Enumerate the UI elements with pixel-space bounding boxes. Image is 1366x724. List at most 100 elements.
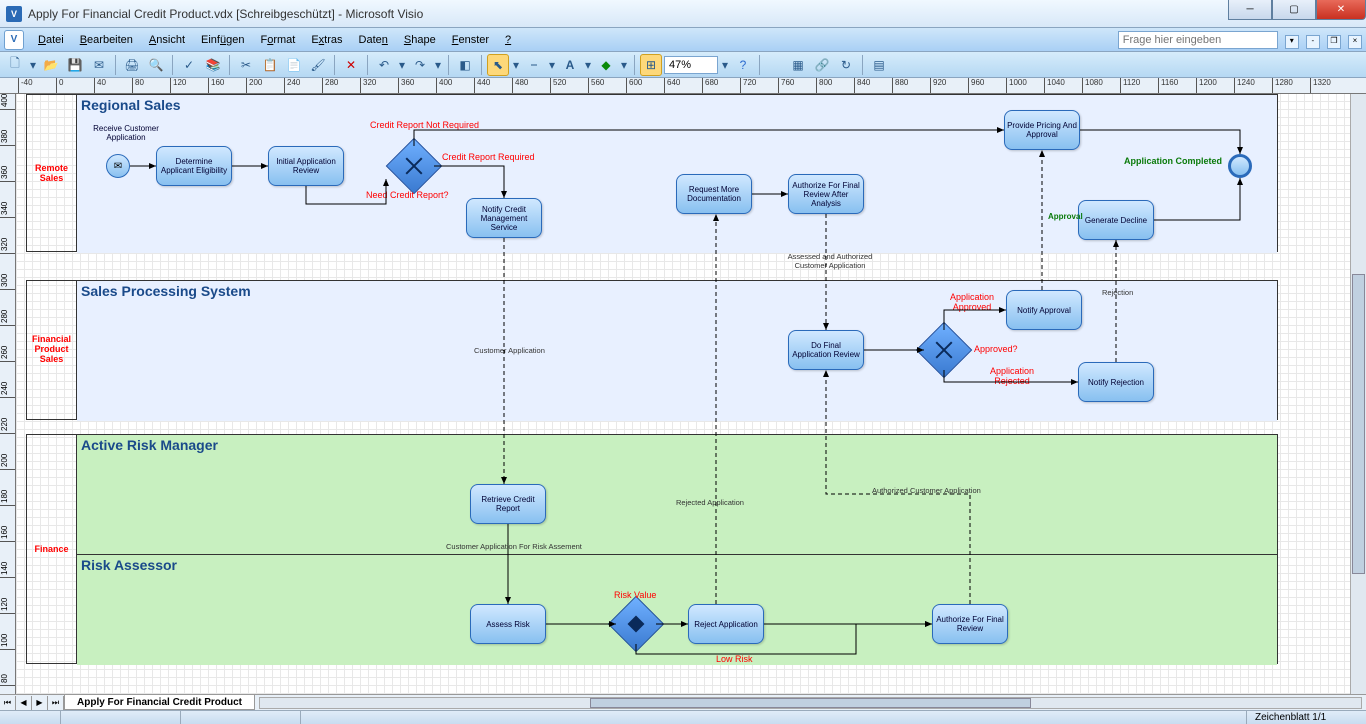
print-button[interactable]: 🖨 bbox=[121, 54, 143, 76]
save-button[interactable]: 💾 bbox=[64, 54, 86, 76]
help-button[interactable]: ? bbox=[732, 54, 754, 76]
task-authorize-final-review[interactable]: Authorize For Final Review After Analysi… bbox=[788, 174, 864, 214]
menu-extras[interactable]: Extras bbox=[303, 31, 350, 49]
sheet-tab-bar: ⏮ ◀ ▶ ⏭ Apply For Financial Credit Produ… bbox=[0, 694, 1366, 710]
task-determine-eligibility[interactable]: Determine Applicant Eligibility bbox=[156, 146, 232, 186]
task-notify-credit-service[interactable]: Notify Credit Management Service bbox=[466, 198, 542, 238]
pool-header: Remote Sales bbox=[27, 95, 77, 251]
task-assess-risk[interactable]: Assess Risk bbox=[470, 604, 546, 644]
task-reject-application[interactable]: Reject Application bbox=[688, 604, 764, 644]
task-generate-decline[interactable]: Generate Decline bbox=[1078, 200, 1154, 240]
menu-shape[interactable]: Shape bbox=[396, 31, 444, 49]
pool-header: Finance bbox=[27, 435, 77, 663]
gateway-label: Need Credit Report? bbox=[366, 190, 449, 200]
menu-einfuegen[interactable]: Einfügen bbox=[193, 31, 252, 49]
dropdown-icon[interactable]: ▾ bbox=[547, 54, 557, 76]
menu-ansicht[interactable]: Ansicht bbox=[141, 31, 193, 49]
drawing-canvas[interactable]: Remote Sales Regional Sales Financial Pr… bbox=[16, 94, 1350, 694]
task-notify-approval[interactable]: Notify Approval bbox=[1006, 290, 1082, 330]
cut-button[interactable]: ✂ bbox=[235, 54, 257, 76]
doc-close-button[interactable]: × bbox=[1348, 35, 1362, 49]
doc-restore-button[interactable]: ❐ bbox=[1327, 35, 1341, 49]
lane-title: Risk Assessor bbox=[81, 557, 177, 573]
dropdown-icon[interactable]: ▾ bbox=[720, 54, 730, 76]
gateway-label: Risk Value bbox=[614, 590, 656, 600]
tab-nav-prev[interactable]: ◀ bbox=[16, 696, 32, 710]
status-cell bbox=[180, 711, 300, 724]
fill-button[interactable]: ◆ bbox=[595, 54, 617, 76]
connector-tool-button[interactable]: ⎯ bbox=[523, 54, 545, 76]
print-preview-button[interactable]: 🔍 bbox=[145, 54, 167, 76]
dropdown-icon[interactable]: ▾ bbox=[433, 54, 443, 76]
menu-fenster[interactable]: Fenster bbox=[444, 31, 497, 49]
copy-button[interactable]: 📋 bbox=[259, 54, 281, 76]
menu-daten[interactable]: Daten bbox=[351, 31, 396, 49]
doc-minimize-button[interactable]: - bbox=[1306, 35, 1320, 49]
gateway-need-credit-report[interactable] bbox=[394, 146, 434, 186]
new-button[interactable]: 🗋 bbox=[4, 54, 26, 76]
dropdown-icon[interactable]: ▾ bbox=[583, 54, 593, 76]
task-request-more-docs[interactable]: Request More Documentation bbox=[676, 174, 752, 214]
msg-label: Customer Application bbox=[474, 346, 545, 355]
snap-button[interactable]: ⊞ bbox=[640, 54, 662, 76]
sheet-tab[interactable]: Apply For Financial Credit Product bbox=[64, 695, 255, 710]
dropdown-icon[interactable]: ▾ bbox=[397, 54, 407, 76]
task-initial-review[interactable]: Initial Application Review bbox=[268, 146, 344, 186]
dropdown-icon[interactable]: ▾ bbox=[619, 54, 629, 76]
tab-nav-first[interactable]: ⏮ bbox=[0, 696, 16, 710]
lane-risk-assessor[interactable]: Risk Assessor bbox=[77, 555, 1277, 665]
tab-nav-next[interactable]: ▶ bbox=[32, 696, 48, 710]
lane-active-risk[interactable]: Active Risk Manager bbox=[77, 435, 1277, 555]
gateway-approved[interactable] bbox=[924, 330, 964, 370]
status-page: Zeichenblatt 1/1 bbox=[1246, 711, 1366, 724]
insert-button[interactable]: ▤ bbox=[868, 54, 890, 76]
zoom-combo[interactable]: 47% bbox=[664, 56, 718, 74]
link-button[interactable]: 🔗 bbox=[811, 54, 833, 76]
text-tool-button[interactable]: A bbox=[559, 54, 581, 76]
status-cell bbox=[300, 711, 1246, 724]
scrollbar-thumb[interactable] bbox=[1352, 274, 1365, 574]
maximize-button[interactable]: ▢ bbox=[1272, 0, 1316, 20]
task-notify-rejection[interactable]: Notify Rejection bbox=[1078, 362, 1154, 402]
visio-icon[interactable]: V bbox=[4, 30, 24, 50]
start-event[interactable]: ✉ bbox=[106, 154, 130, 178]
msg-label: Customer Application For Risk Assement bbox=[446, 542, 582, 551]
redo-button[interactable]: ↷ bbox=[409, 54, 431, 76]
shapes-button[interactable]: ◧ bbox=[454, 54, 476, 76]
dropdown-icon[interactable]: ▾ bbox=[1285, 35, 1299, 49]
gateway-risk-value[interactable] bbox=[616, 604, 656, 644]
menu-format[interactable]: Format bbox=[252, 31, 303, 49]
end-event[interactable] bbox=[1228, 154, 1252, 178]
flow-label: Application Completed bbox=[1124, 156, 1222, 166]
menu-help[interactable]: ? bbox=[497, 31, 519, 49]
mail-button[interactable]: ✉ bbox=[88, 54, 110, 76]
scrollbar-thumb[interactable] bbox=[590, 698, 1030, 708]
open-button[interactable]: 📂 bbox=[40, 54, 62, 76]
task-do-final-review[interactable]: Do Final Application Review bbox=[788, 330, 864, 370]
pointer-tool-button[interactable]: ⬉ bbox=[487, 54, 509, 76]
dropdown-icon[interactable]: ▾ bbox=[28, 54, 38, 76]
task-authorize-final-review-2[interactable]: Authorize For Final Review bbox=[932, 604, 1008, 644]
research-button[interactable]: 📚 bbox=[202, 54, 224, 76]
minimize-button[interactable]: ─ bbox=[1228, 0, 1272, 20]
undo-button[interactable]: ↶ bbox=[373, 54, 395, 76]
data-graphic-button[interactable]: ▦ bbox=[787, 54, 809, 76]
title-bar: V Apply For Financial Credit Product.vdx… bbox=[0, 0, 1366, 28]
toolbar-standard: 🗋 ▾ 📂 💾 ✉ 🖨 🔍 ✓ 📚 ✂ 📋 📄 🖌 ✕ ↶ ▾ ↷ ▾ ◧ ⬉ … bbox=[0, 52, 1366, 78]
menu-bearbeiten[interactable]: Bearbeiten bbox=[72, 31, 141, 49]
task-provide-pricing[interactable]: Provide Pricing And Approval bbox=[1004, 110, 1080, 150]
event-label: Receive Customer Application bbox=[86, 124, 166, 142]
format-painter-button[interactable]: 🖌 bbox=[307, 54, 329, 76]
help-search-input[interactable] bbox=[1118, 31, 1278, 49]
vertical-scrollbar[interactable] bbox=[1350, 94, 1366, 694]
delete-button[interactable]: ✕ bbox=[340, 54, 362, 76]
paste-button[interactable]: 📄 bbox=[283, 54, 305, 76]
tab-nav-last[interactable]: ⏭ bbox=[48, 696, 64, 710]
task-retrieve-credit-report[interactable]: Retrieve Credit Report bbox=[470, 484, 546, 524]
dropdown-icon[interactable]: ▾ bbox=[511, 54, 521, 76]
menu-datei[interactable]: Datei bbox=[30, 31, 72, 49]
close-button[interactable]: ✕ bbox=[1316, 0, 1366, 20]
spellcheck-button[interactable]: ✓ bbox=[178, 54, 200, 76]
refresh-data-button[interactable]: ↻ bbox=[835, 54, 857, 76]
horizontal-scrollbar[interactable] bbox=[259, 697, 1362, 709]
